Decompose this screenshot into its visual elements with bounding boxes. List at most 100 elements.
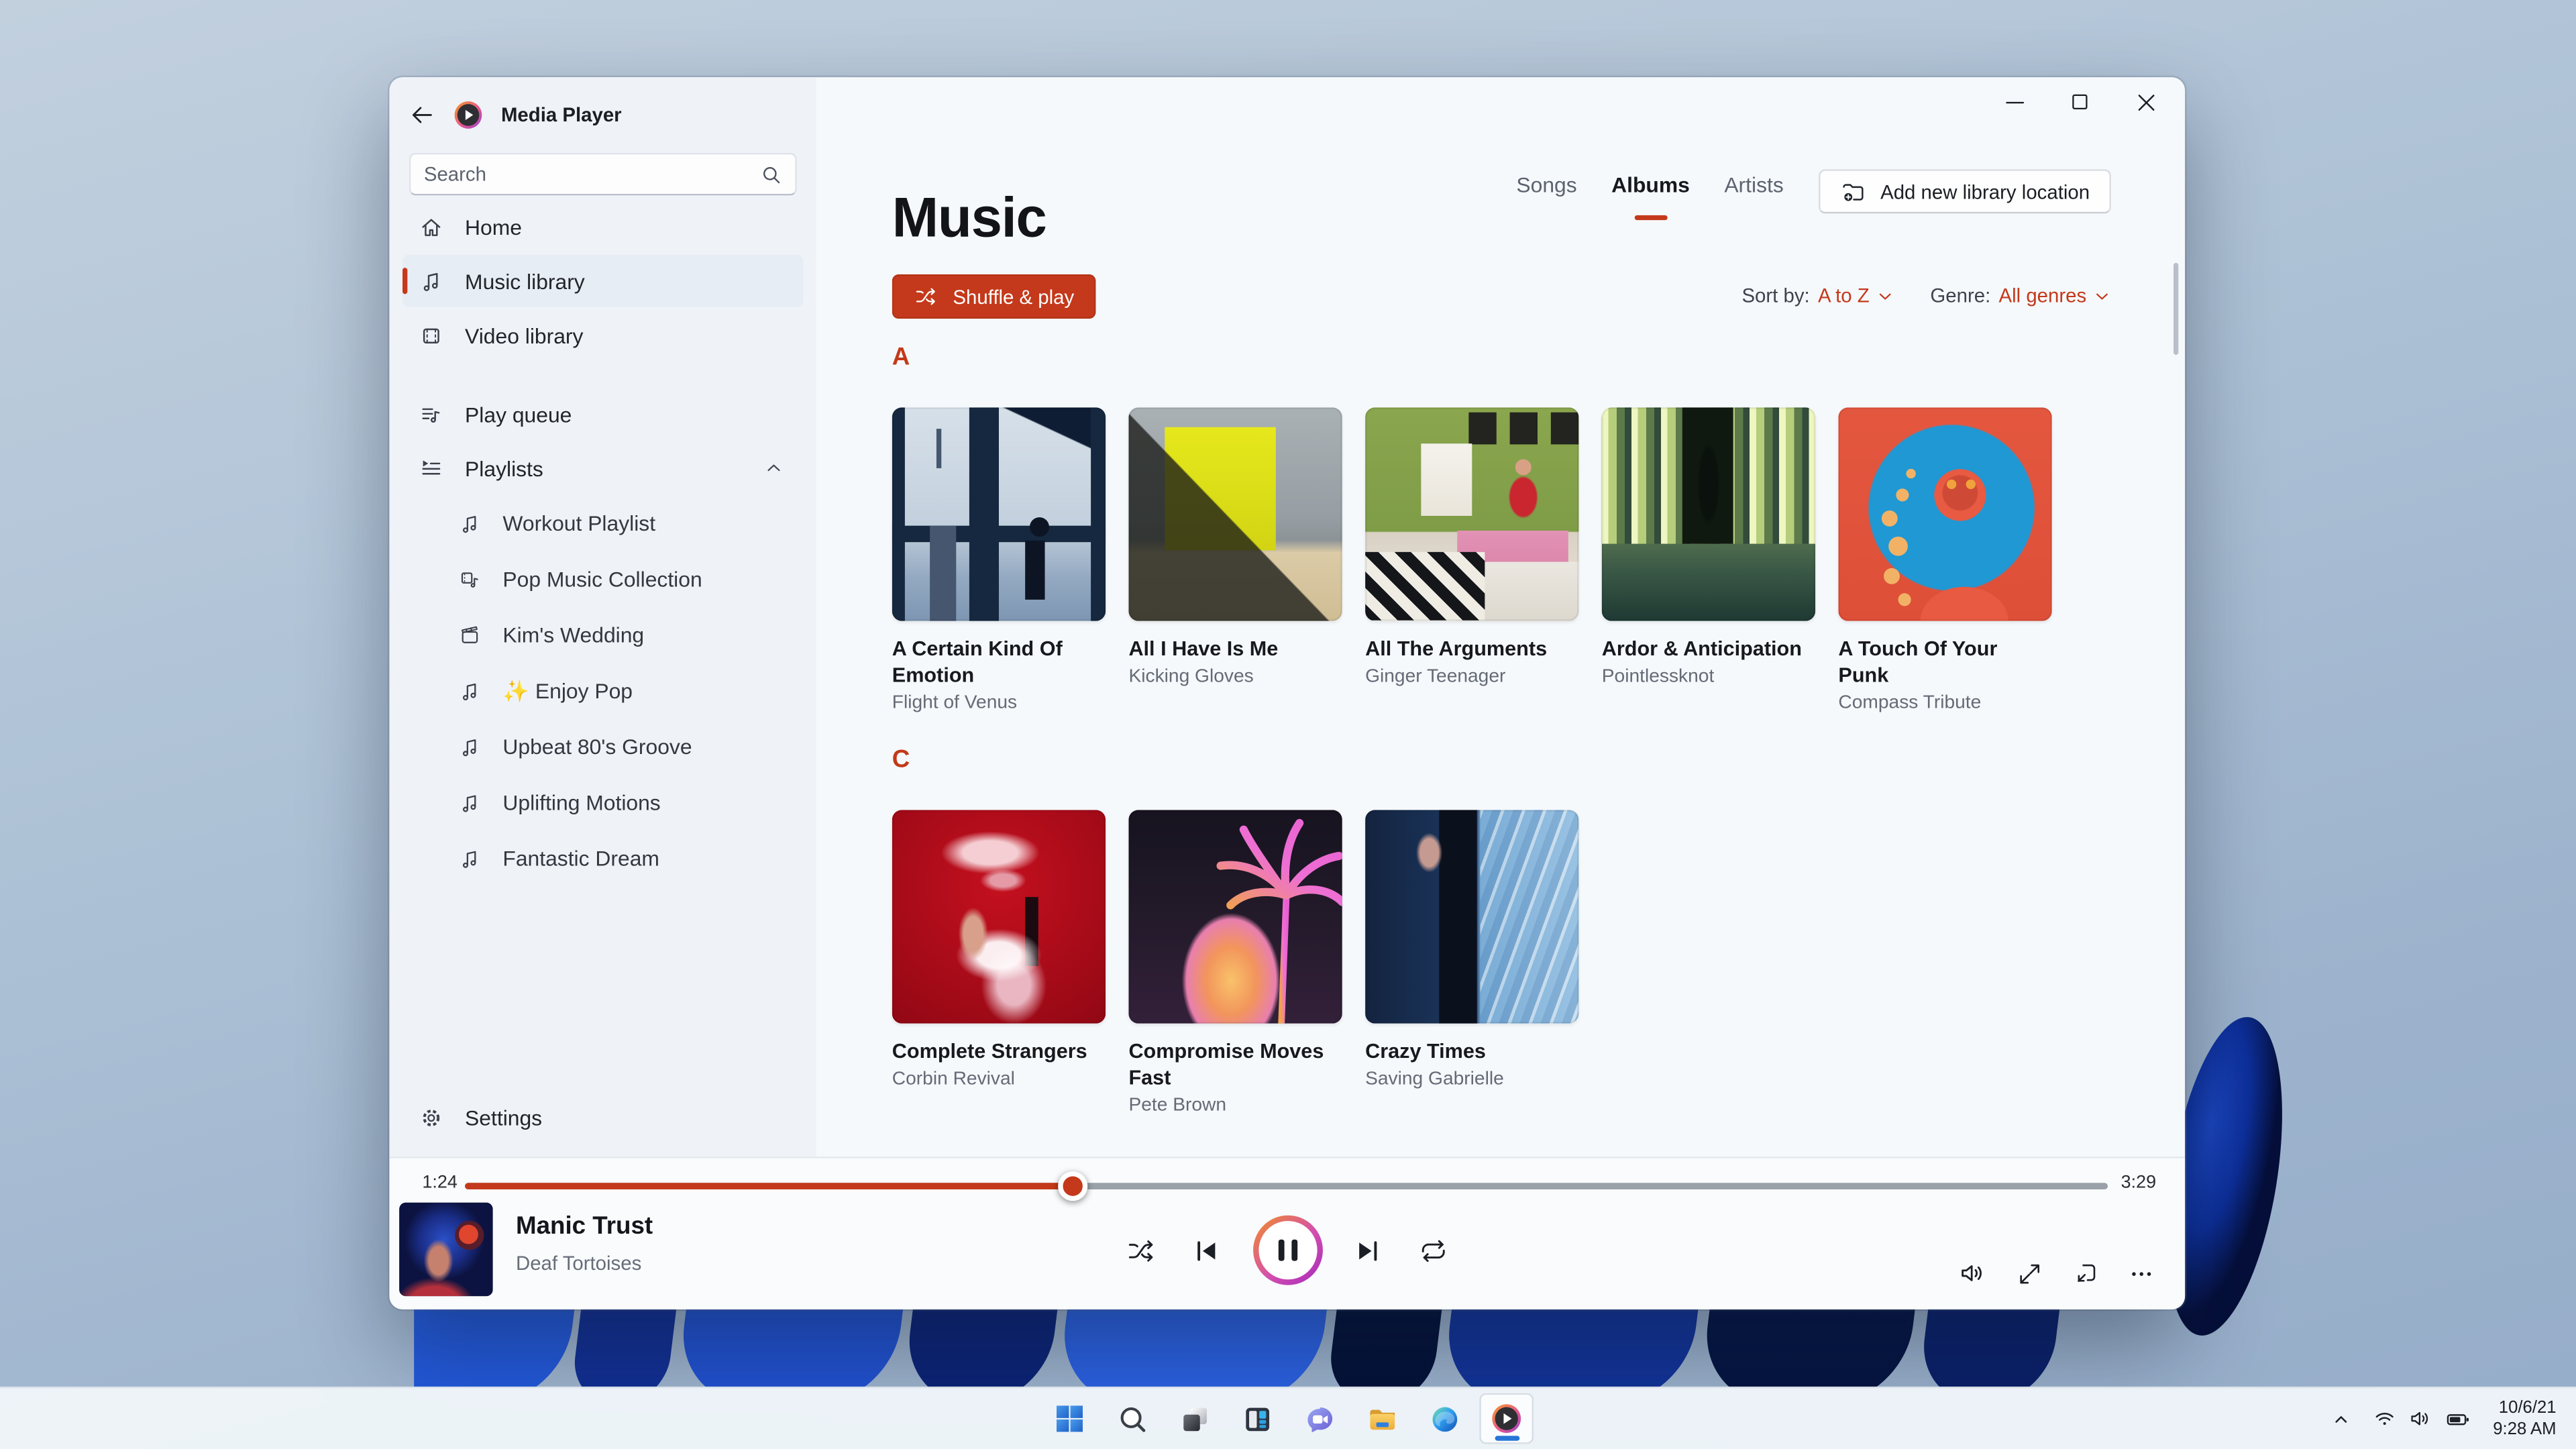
album-title: All I Have Is Me [1128,637,1279,661]
minimize-button[interactable] [1981,77,2047,126]
sidebar-item-label: Play queue [465,401,572,427]
search-box[interactable] [409,152,797,196]
album-title: Complete Strangers [892,1040,1087,1063]
tab-songs[interactable]: Songs [1516,172,1576,220]
start-button[interactable] [1042,1393,1097,1444]
scrollbar-thumb[interactable] [2174,262,2179,355]
album-title: Compromise Moves Fast [1128,1040,1324,1089]
album-artist: Corbin Revival [892,1069,1015,1089]
widgets-button[interactable] [1230,1393,1284,1444]
home-icon [419,215,443,239]
sort-by-value: A to Z [1817,284,1870,307]
back-button[interactable] [409,102,435,128]
shuffle-button[interactable] [1120,1229,1163,1272]
playlist-label: Workout Playlist [502,511,656,536]
total-time: 3:29 [2121,1173,2157,1193]
windows-logo-icon [1057,1405,1083,1432]
wifi-icon [2376,1413,2394,1426]
album-artist: Compass Tribute [1838,693,1982,713]
elapsed-time: 1:24 [422,1173,458,1193]
tab-albums[interactable]: Albums [1611,172,1690,221]
pause-button[interactable] [1251,1214,1324,1287]
sidebar-item-play-queue[interactable]: Play queue [402,388,804,440]
sidebar: Media Player Home [389,77,817,1159]
album-card[interactable]: A Certain Kind Of Emotion Flight of Venu… [892,407,1106,713]
album-card[interactable]: Crazy Times Saving Gabrielle [1365,810,1579,1116]
sidebar-item-playlists[interactable]: Playlists [402,442,804,494]
album-artist: Pointlessknot [1601,667,1715,687]
tray-chevron-button[interactable] [2322,1394,2362,1443]
playlist-item-workout[interactable]: Workout Playlist [402,496,804,551]
maximize-button[interactable] [2047,77,2112,126]
add-library-button[interactable]: Add new library location [1818,169,2111,214]
clapperboard-icon [458,623,481,646]
chat-button[interactable] [1292,1393,1346,1444]
music-note-icon [458,680,481,702]
sort-by-dropdown[interactable]: Sort by: A to Z [1741,284,1894,307]
play-queue-icon [419,402,443,427]
edge-button[interactable] [1417,1393,1471,1444]
sidebar-item-settings[interactable]: Settings [402,1091,804,1143]
genre-dropdown[interactable]: Genre: All genres [1930,284,2111,307]
playlist-item-enjoy-pop[interactable]: ✨ Enjoy Pop [402,663,804,718]
album-card[interactable]: Complete Strangers Corbin Revival [892,810,1106,1116]
taskbar-media-player-button[interactable] [1479,1393,1534,1444]
file-explorer-button[interactable] [1354,1393,1409,1444]
close-icon [2137,93,2154,110]
more-options-button[interactable] [2119,1252,2162,1295]
sidebar-item-video-library[interactable]: Video library [402,309,804,361]
player-secondary-controls [1951,1252,2161,1295]
taskbar-center [1042,1388,1534,1449]
album-cover-art [892,407,1106,621]
media-player-logo-icon [454,101,482,129]
taskbar-search-button[interactable] [1105,1393,1159,1444]
fullscreen-button[interactable] [2008,1252,2051,1295]
album-card[interactable]: All The Arguments Ginger Teenager [1365,407,1579,713]
now-playing-title: Manic Trust [515,1212,653,1240]
now-playing-art[interactable] [399,1202,493,1297]
repeat-button[interactable] [1412,1229,1455,1272]
sidebar-item-music-library[interactable]: Music library [402,254,804,307]
volume-button[interactable] [1951,1252,1994,1295]
album-title: A Certain Kind Of Emotion [892,637,1063,687]
task-view-icon [1183,1407,1206,1431]
playlist-item-pop-collection[interactable]: Pop Music Collection [402,552,804,606]
album-card[interactable]: Compromise Moves Fast Pete Brown [1128,810,1342,1116]
sort-by-label: Sort by: [1741,284,1810,307]
shuffle-icon [914,284,938,309]
search-input[interactable] [411,162,761,186]
taskbar-clock[interactable]: 10/6/21 9:28 AM [2483,1397,2570,1440]
shuffle-play-button[interactable]: Shuffle & play [892,274,1096,319]
album-artist: Kicking Gloves [1128,667,1254,687]
playlist-item-fantastic-dream[interactable]: Fantastic Dream [402,831,804,885]
shuffle-icon [1128,1239,1153,1261]
shuffle-play-label: Shuffle & play [953,284,1075,309]
sidebar-item-home[interactable]: Home [402,201,804,253]
seek-bar-thumb[interactable] [1058,1171,1088,1201]
seek-bar[interactable] [465,1171,2108,1201]
album-card[interactable]: A Touch Of Your Punk Compass Tribute [1838,407,2052,713]
previous-button[interactable] [1185,1229,1228,1272]
task-view-button[interactable] [1167,1393,1222,1444]
mini-player-button[interactable] [2063,1252,2106,1295]
playlist-item-uplifting-motions[interactable]: Uplifting Motions [402,775,804,830]
close-button[interactable] [2112,77,2178,126]
more-dots-icon [2131,1271,2151,1275]
album-title: Crazy Times [1365,1040,1486,1063]
chevron-up-icon[interactable] [764,458,784,478]
tray-status-button[interactable] [2365,1394,2479,1443]
next-button[interactable] [1346,1229,1389,1272]
tab-artists[interactable]: Artists [1724,172,1783,220]
tray-date: 10/6/21 [2498,1397,2557,1417]
album-cover-art [1128,407,1342,621]
album-card[interactable]: Ardor & Anticipation Pointlessknot [1601,407,1816,713]
genre-label: Genre: [1930,284,1991,307]
window-controls [1981,77,2178,126]
playlist-item-upbeat-80s[interactable]: Upbeat 80's Groove [402,720,804,774]
album-card[interactable]: All I Have Is Me Kicking Gloves [1128,407,1342,713]
music-video-icon [458,568,481,590]
playlist-item-kims-wedding[interactable]: Kim's Wedding [402,608,804,662]
search-icon [1120,1406,1145,1432]
transport-controls [1120,1214,1455,1287]
main-content: Music Songs Albums Artists Add new libra… [816,77,2185,1158]
